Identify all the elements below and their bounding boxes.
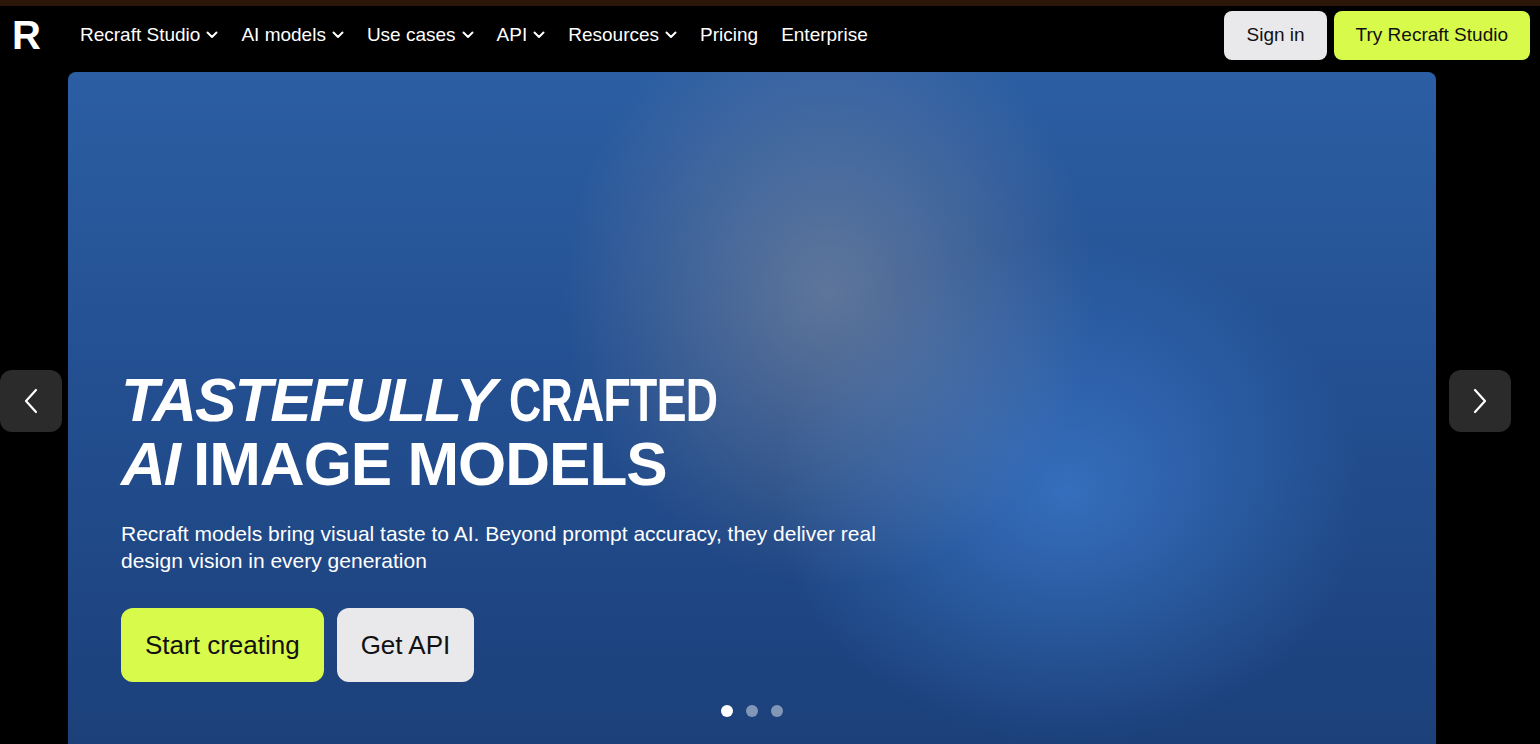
nav-label[interactable]: Recraft Studio [80,24,200,46]
prev-slide-button[interactable] [0,370,62,432]
headline-line: TASTEFULLYCRAFTED [121,368,717,432]
get-api-button[interactable]: Get API [337,608,475,682]
logo[interactable]: R [12,15,48,55]
chevron-down-icon [462,31,474,39]
chevron-down-icon [332,31,344,39]
chevron-left-icon [24,388,38,414]
headline-word: TASTEFULLY [121,368,495,432]
hero-banner: TASTEFULLYCRAFTEDAIIMAGE MODELSRecraft m… [68,72,1436,744]
nav-label[interactable]: Pricing [700,24,758,46]
try-studio-button[interactable]: Try Recraft Studio [1334,11,1530,60]
hero-buttons: Start creatingGet API [121,608,474,682]
nav-item[interactable]: Pricing [700,24,758,46]
hero-stage: TASTEFULLYCRAFTEDAIIMAGE MODELSRecraft m… [0,72,1540,744]
chevron-right-icon [1473,388,1487,414]
carousel-dot[interactable] [746,705,758,717]
hero-subtitle: Recraft models bring visual taste to AI.… [121,520,881,574]
nav-label[interactable]: Resources [568,24,659,46]
nav-item[interactable]: Use cases [367,24,474,46]
top-strip [0,0,1540,6]
nav-label[interactable]: Enterprise [781,24,868,46]
next-slide-button[interactable] [1449,370,1511,432]
headline: TASTEFULLYCRAFTEDAIIMAGE MODELS [121,368,717,496]
chevron-down-icon [665,31,677,39]
nav-item[interactable]: Recraft Studio [80,24,218,46]
carousel-dot[interactable] [721,705,733,717]
header-actions: Sign inTry Recraft Studio [1224,11,1530,60]
headline-word: IMAGE MODELS [193,432,667,496]
header-left: R Recraft Studio AI models Use cases API Reso… [12,15,868,55]
headline-line: AIIMAGE MODELS [121,432,717,496]
carousel-dot[interactable] [771,705,783,717]
nav-label[interactable]: API [497,24,528,46]
nav-item[interactable]: API [497,24,546,46]
main-nav: Recraft Studio AI models Use cases API Resou… [80,24,868,46]
chevron-down-icon [206,31,218,39]
nav-item[interactable]: Resources [568,24,677,46]
headline-word: CRAFTED [509,368,717,432]
chevron-down-icon [533,31,545,39]
header: R Recraft Studio AI models Use cases API Reso… [0,6,1540,64]
sign-in-button[interactable]: Sign in [1224,11,1326,60]
headline-word: AI [121,432,179,496]
nav-label[interactable]: Use cases [367,24,456,46]
start-creating-button[interactable]: Start creating [121,608,324,682]
nav-item[interactable]: AI models [241,24,343,46]
nav-item[interactable]: Enterprise [781,24,868,46]
nav-label[interactable]: AI models [241,24,325,46]
carousel-dots [68,705,1436,717]
